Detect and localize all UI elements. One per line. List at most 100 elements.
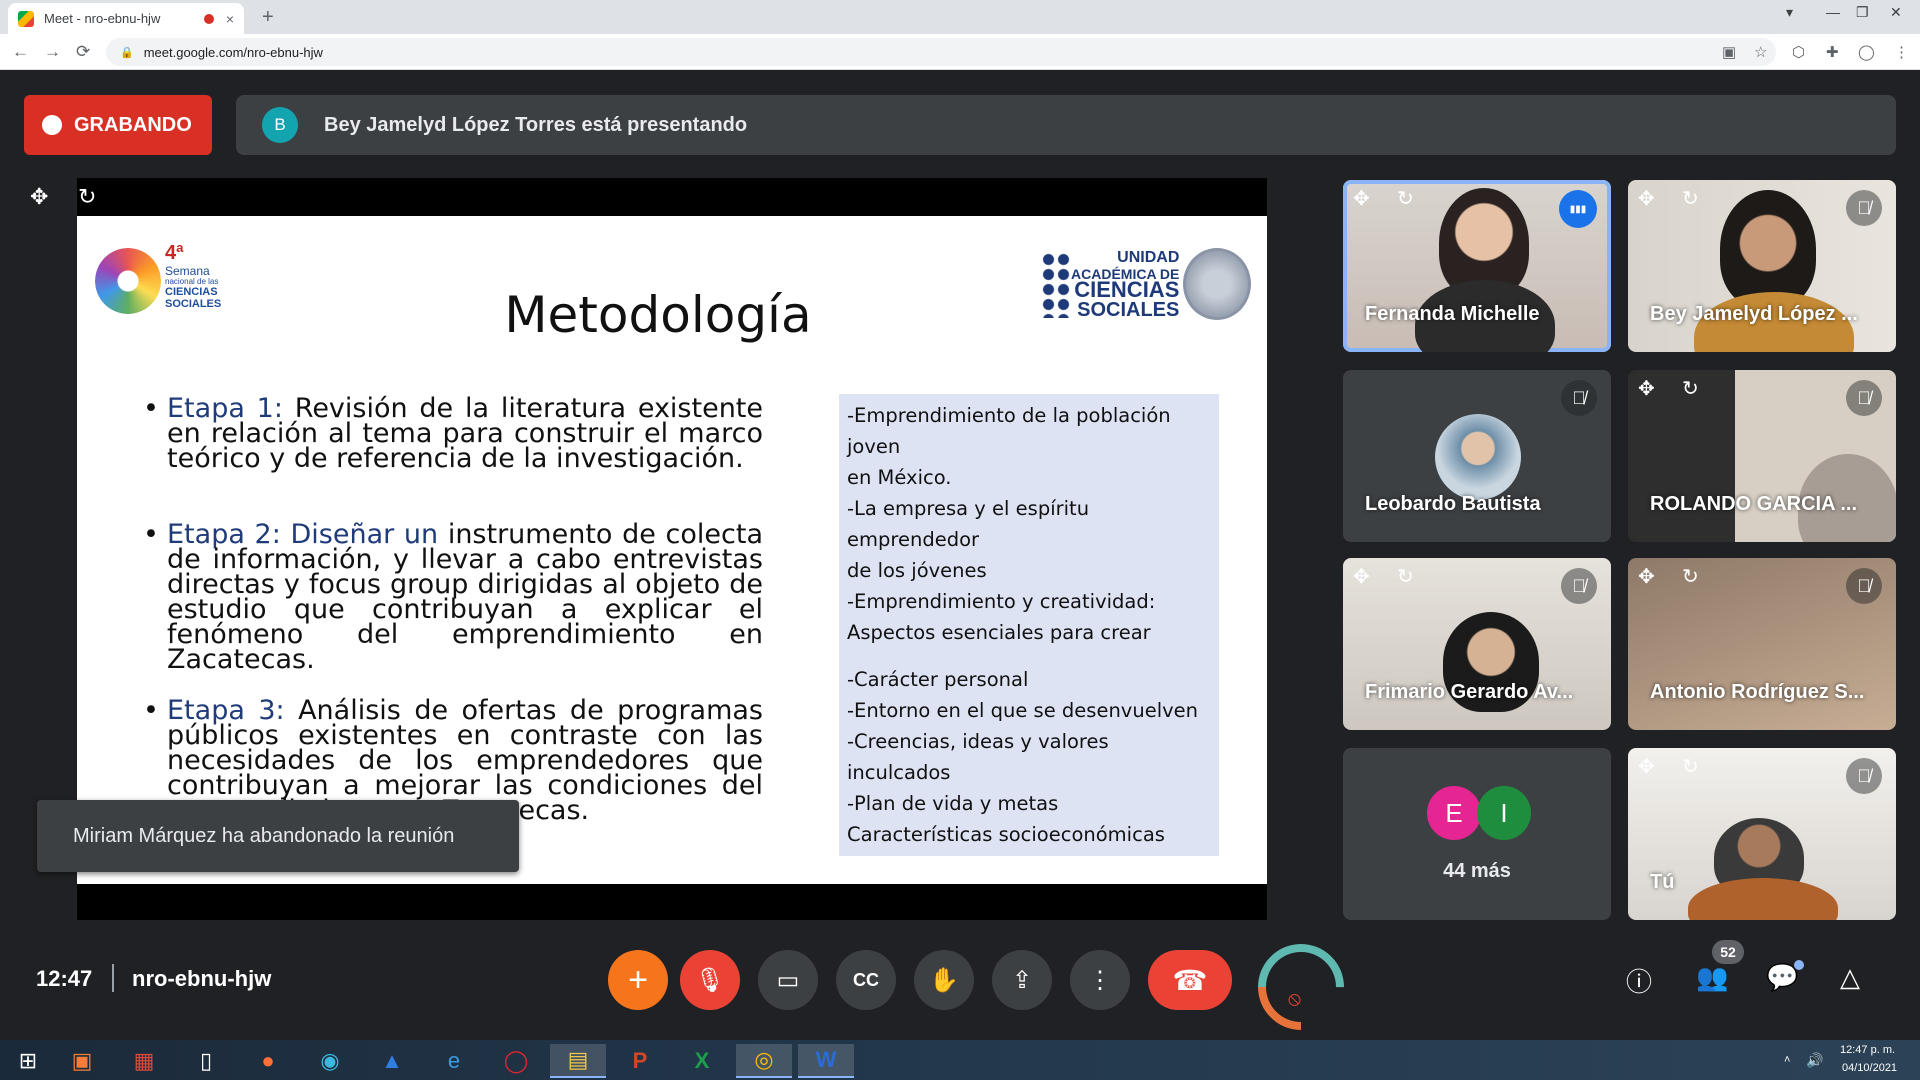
start-button[interactable]: ⊞ [0,1044,56,1078]
move-tile-icon[interactable]: ✥ [1638,376,1655,401]
mic-toggle-button[interactable]: 🎙 [680,950,740,1010]
present-screen-button[interactable]: ⇪ [992,950,1052,1010]
box2-line: -Creencias, ideas y valores inculcados [847,730,1109,784]
box1-line: de los jóvenes [847,559,987,582]
back-button[interactable]: ← [12,42,29,62]
divider [112,964,114,992]
participant-avatar-e: E [1427,786,1481,840]
profile-avatar-icon[interactable]: ◯ [1858,43,1875,61]
box1-line: en México. [847,466,952,489]
browser-tabstrip: Meet - nro-ebnu-hjw × + ▾ — ❐ ✕ [0,0,1920,34]
extension-cube-icon[interactable]: ⬡ [1792,43,1805,61]
participant-name: Fernanda Michelle [1365,303,1540,325]
browser-tab-meet[interactable]: Meet - nro-ebnu-hjw × [8,3,244,34]
participant-tile-self[interactable]: ✥ ↻ 🎙̸ Tú [1628,748,1896,920]
participant-video [1720,190,1816,308]
participant-name: Antonio Rodríguez S... [1650,681,1865,703]
refresh-tile-icon[interactable]: ↻ [78,184,96,210]
box1-line: -Emprendimiento de la población joven [847,404,1171,458]
windows-taskbar: ⊞ ▣ ▦ ▯ ● ◉ ▲ e ◯ ▤ P X ◎ W [0,1040,1920,1080]
taskbar-app-firefox[interactable]: ● [240,1044,296,1078]
participant-tile-leobardo[interactable]: 🎙̸ Leobardo Bautista [1343,370,1611,542]
close-window-button[interactable]: ✕ [1890,4,1902,21]
taskbar-time[interactable]: 12:47 p. m. [1840,1044,1895,1056]
box1-line: -La empresa y el espíritu emprendedor [847,497,1090,551]
taskbar-app-document[interactable]: ▯ [178,1044,234,1078]
mic-off-icon: 🎙̸ [1846,380,1882,416]
refresh-tile-icon[interactable]: ↻ [1682,564,1699,589]
speaking-indicator-icon: ▮▮▮ [1559,190,1597,228]
box2-line: -Plan de vida y metas [847,792,1059,815]
bullet-dot: • [143,695,159,726]
url-field[interactable]: 🔒 meet.google.com/nro-ebnu-hjw [106,38,1776,66]
presenting-banner: B Bey Jamelyd López Torres está presenta… [236,95,1896,155]
move-tile-icon[interactable]: ✥ [1638,564,1655,589]
minimize-button[interactable]: — [1826,4,1840,20]
taskbar-app-word[interactable]: W [798,1044,854,1078]
tray-arrow-icon[interactable]: ˄ [1784,1054,1790,1066]
camera-toggle-button[interactable]: ▭ [758,950,818,1010]
mic-off-icon: 🎙̸ [1846,758,1882,794]
leave-call-button[interactable]: ☎ [1148,950,1232,1010]
slide: 4ª Semana nacional de las CIENCIAS SOCIAL… [77,216,1267,884]
participant-avatar-i: I [1477,786,1531,840]
bookmark-star-icon[interactable]: ☆ [1754,43,1767,61]
move-tile-icon[interactable]: ✥ [1638,754,1655,779]
slide-title-text: Metodología [504,286,812,344]
bullet-etapa-1: • Etapa 1: Revisión de la literatura exi… [143,395,763,472]
logo-left-subtitle: nacional de las [165,277,219,286]
move-tile-icon[interactable]: ✥ [1353,186,1370,211]
refresh-tile-icon[interactable]: ↻ [1682,376,1699,401]
move-tile-icon[interactable]: ✥ [30,184,48,210]
participant-tile-fernanda[interactable]: ✥ ↻ ▮▮▮ Fernanda Michelle [1343,180,1611,352]
meeting-info-icon[interactable]: ⓘ [1626,962,1652,999]
recording-badge[interactable]: GRABANDO [24,95,212,155]
reload-button[interactable]: ⟳ [76,42,90,62]
more-participants-tile[interactable]: E I 44 más [1343,748,1611,920]
participant-tile-antonio[interactable]: ✥ ↻ 🎙̸ Antonio Rodríguez S... [1628,558,1896,730]
more-options-button[interactable]: ⋮ [1070,950,1130,1010]
new-tab-button[interactable]: + [262,6,274,29]
participant-tile-rolando[interactable]: ✥ ↻ 🎙̸ ROLANDO GARCIA ... [1628,370,1896,542]
restore-button[interactable]: ❐ [1856,4,1869,21]
camera-permission-icon[interactable]: ▣ [1722,43,1736,61]
participant-body [1688,878,1838,920]
refresh-tile-icon[interactable]: ↻ [1682,754,1699,779]
add-button[interactable]: + [608,950,668,1010]
move-tile-icon[interactable]: ✥ [1638,186,1655,211]
taskbar-app-excel[interactable]: X [674,1044,730,1078]
taskbar-app-chrome[interactable]: ◎ [736,1044,792,1078]
captions-button[interactable]: CC [836,950,896,1010]
extension-gauge-icon[interactable] [1240,926,1362,1048]
volume-icon[interactable]: 🔊 [1806,1052,1823,1069]
people-count-badge: 52 [1712,940,1744,964]
taskbar-app-explorer[interactable]: ▤ [550,1044,606,1078]
extensions-puzzle-icon[interactable]: ✚ [1826,43,1839,61]
taskbar-date[interactable]: 04/10/2021 [1842,1062,1897,1074]
people-icon[interactable]: 👥 [1696,962,1728,993]
tab-close-icon[interactable]: × [226,11,234,27]
taskbar-app-opera[interactable]: ◯ [488,1044,544,1078]
taskbar-app-camera[interactable]: ▣ [54,1044,110,1078]
activities-icon[interactable]: △ [1840,962,1860,993]
slide-title: Metodología [77,286,1267,344]
taskbar-app-ie[interactable]: e [426,1044,482,1078]
forward-button[interactable]: → [44,42,61,62]
bullet-etapa-2: • Etapa 2: Diseñar un instrumento de col… [143,521,763,673]
raise-hand-button[interactable]: ✋ [914,950,974,1010]
refresh-tile-icon[interactable]: ↻ [1397,186,1414,211]
browser-menu-icon[interactable]: ⋮ [1894,43,1909,61]
taskbar-app-drive[interactable]: ▲ [364,1044,420,1078]
participant-tile-bey[interactable]: ✥ ↻ 🎙̸ Bey Jamelyd López ... [1628,180,1896,352]
taskbar-app-manager[interactable]: ▦ [116,1044,172,1078]
chat-unread-dot [1794,960,1804,970]
tab-search-icon[interactable]: ▾ [1786,4,1793,21]
participant-tile-frimario[interactable]: ✥ ↻ 🎙̸ Frimario Gerardo Av... [1343,558,1611,730]
refresh-tile-icon[interactable]: ↻ [1682,186,1699,211]
box2-line: -Entorno en el que se desenvuelven [847,699,1199,722]
refresh-tile-icon[interactable]: ↻ [1397,564,1414,589]
taskbar-app-edge[interactable]: ◉ [302,1044,358,1078]
move-tile-icon[interactable]: ✥ [1353,564,1370,589]
taskbar-app-powerpoint[interactable]: P [612,1044,668,1078]
meet-favicon-icon [18,10,34,27]
